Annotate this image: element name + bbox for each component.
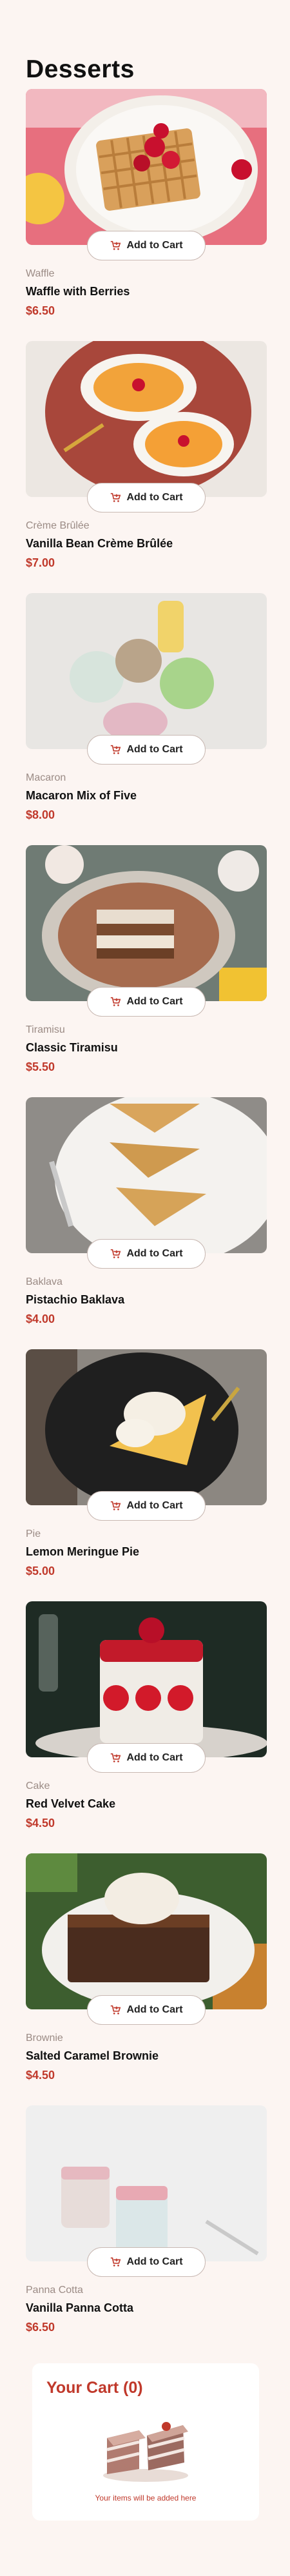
cart-panel: Your Cart (0) Your items will be added h… (32, 2363, 259, 2521)
product-card-baklava: Add to Cart Baklava Pistachio Baklava $4… (26, 1097, 267, 1325)
add-to-cart-label: Add to Cart (126, 2256, 183, 2267)
add-to-cart-button[interactable]: Add to Cart (87, 987, 206, 1017)
cart-add-icon (110, 1248, 121, 1260)
cart-add-icon (110, 492, 121, 503)
product-card-waffle: Add to Cart Waffle Waffle with Berries $… (26, 89, 267, 317)
product-image (26, 341, 267, 497)
page-title: Desserts (26, 55, 135, 83)
product-name: Vanilla Bean Crème Brûlée (26, 537, 173, 550)
product-card-creme-brulee: Add to Cart Crème Brûlée Vanilla Bean Cr… (26, 341, 267, 569)
cart-add-icon (110, 2004, 121, 2016)
product-card-macaron: Add to Cart Macaron Macaron Mix of Five … (26, 593, 267, 821)
product-name: Pistachio Baklava (26, 1293, 125, 1306)
desserts-page: Desserts Add to Cart Waffle Waffle with … (0, 0, 290, 2576)
cart-add-icon (110, 744, 121, 756)
add-to-cart-button[interactable]: Add to Cart (87, 1995, 206, 2025)
product-category: Waffle (26, 268, 55, 279)
product-name: Red Velvet Cake (26, 1797, 116, 1810)
product-price: $4.50 (26, 2069, 55, 2082)
cart-add-icon (110, 1500, 121, 1512)
product-category: Tiramisu (26, 1024, 65, 1035)
product-category: Panna Cotta (26, 2285, 83, 2296)
product-image (26, 89, 267, 245)
product-card-brownie: Add to Cart Brownie Salted Caramel Brown… (26, 1853, 267, 2082)
product-name: Waffle with Berries (26, 285, 130, 298)
add-to-cart-button[interactable]: Add to Cart (87, 1743, 206, 1773)
cart-empty-message: Your items will be added here (95, 2493, 197, 2503)
product-category: Cake (26, 1781, 50, 1791)
add-to-cart-button[interactable]: Add to Cart (87, 2247, 206, 2277)
product-image (26, 1601, 267, 1757)
product-category: Pie (26, 1528, 41, 1539)
product-price: $8.00 (26, 808, 55, 821)
product-category: Brownie (26, 2033, 63, 2044)
add-to-cart-label: Add to Cart (126, 1248, 183, 1259)
product-name: Salted Caramel Brownie (26, 2049, 159, 2062)
product-category: Crème Brûlée (26, 520, 90, 531)
add-to-cart-button[interactable]: Add to Cart (87, 1239, 206, 1269)
cart-title: Your Cart (0) (46, 2379, 143, 2397)
add-to-cart-label: Add to Cart (126, 744, 183, 755)
cart-add-icon (110, 996, 121, 1008)
product-image (26, 845, 267, 1001)
product-card-pie: Add to Cart Pie Lemon Meringue Pie $5.00 (26, 1349, 267, 1577)
add-to-cart-button[interactable]: Add to Cart (87, 483, 206, 512)
cart-add-icon (110, 240, 121, 251)
product-price: $6.50 (26, 2321, 55, 2334)
product-category: Baklava (26, 1276, 63, 1287)
add-to-cart-label: Add to Cart (126, 2004, 183, 2015)
product-card-panna-cotta: Add to Cart Panna Cotta Vanilla Panna Co… (26, 2105, 267, 2334)
cart-add-icon (110, 1752, 121, 1764)
product-price: $5.00 (26, 1565, 55, 1577)
product-name: Vanilla Panna Cotta (26, 2301, 134, 2314)
product-price: $4.50 (26, 1817, 55, 1830)
add-to-cart-button[interactable]: Add to Cart (87, 735, 206, 765)
add-to-cart-label: Add to Cart (126, 1752, 183, 1763)
product-card-tiramisu: Add to Cart Tiramisu Classic Tiramisu $5… (26, 845, 267, 1073)
product-name: Classic Tiramisu (26, 1041, 118, 1054)
add-to-cart-label: Add to Cart (126, 1500, 183, 1511)
add-to-cart-label: Add to Cart (126, 996, 183, 1007)
add-to-cart-label: Add to Cart (126, 240, 183, 251)
add-to-cart-button[interactable]: Add to Cart (87, 1491, 206, 1521)
product-name: Macaron Mix of Five (26, 789, 137, 802)
add-to-cart-label: Add to Cart (126, 492, 183, 503)
product-image (26, 1097, 267, 1253)
product-image (26, 2105, 267, 2261)
product-name: Lemon Meringue Pie (26, 1545, 140, 1558)
cart-add-icon (110, 2256, 121, 2268)
product-price: $5.50 (26, 1060, 55, 1073)
product-category: Macaron (26, 772, 66, 783)
product-image (26, 1349, 267, 1505)
empty-cake-illustration (94, 2412, 197, 2484)
product-card-cake: Add to Cart Cake Red Velvet Cake $4.50 (26, 1601, 267, 1830)
product-price: $7.00 (26, 556, 55, 569)
product-price: $4.00 (26, 1312, 55, 1325)
add-to-cart-button[interactable]: Add to Cart (87, 231, 206, 260)
product-image (26, 593, 267, 749)
product-image (26, 1853, 267, 2009)
product-price: $6.50 (26, 304, 55, 317)
